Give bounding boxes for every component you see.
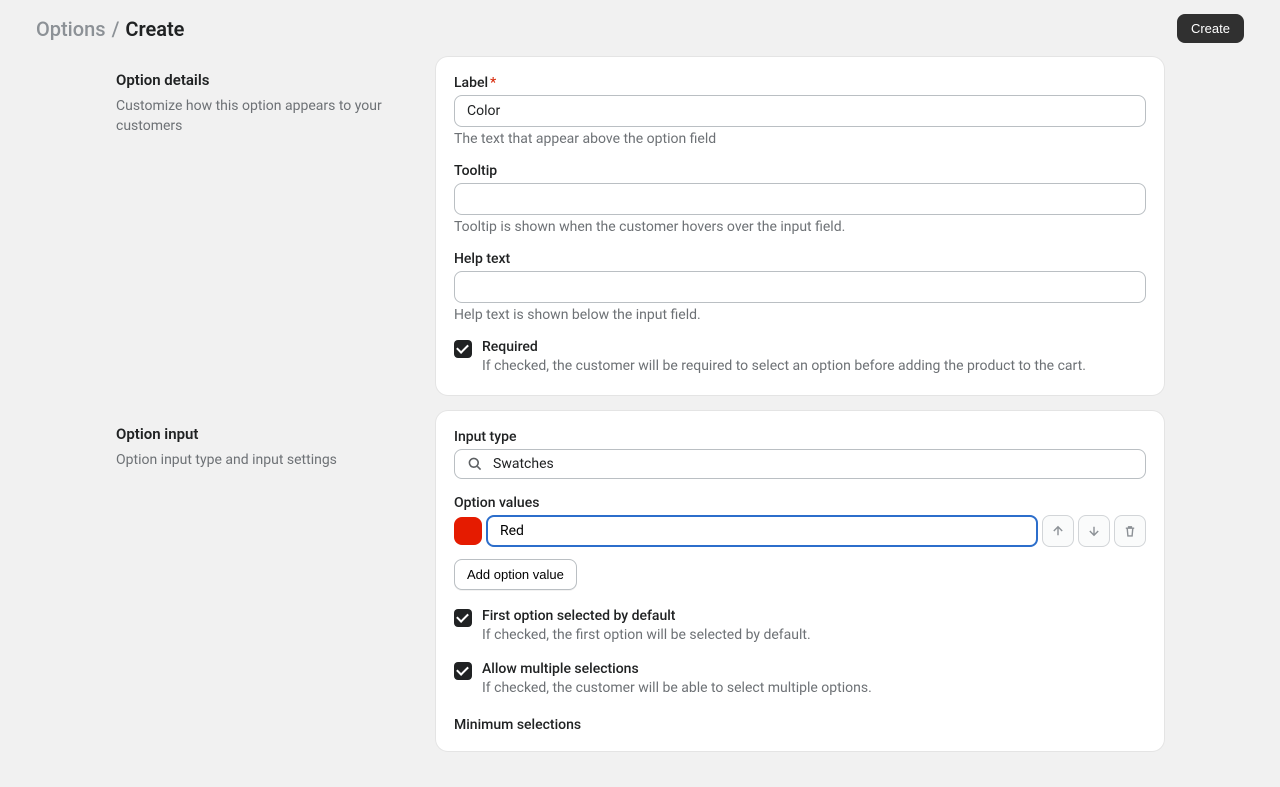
allow-multiple-checkbox[interactable]	[454, 662, 472, 680]
input-type-value: Swatches	[493, 456, 554, 472]
breadcrumb-separator: /	[112, 17, 120, 41]
tooltip-field-label: Tooltip	[454, 163, 1146, 179]
input-type-select[interactable]: Swatches	[454, 449, 1146, 479]
first-selected-title: First option selected by default	[482, 608, 1146, 624]
breadcrumb: Options / Create	[36, 17, 184, 41]
required-title: Required	[482, 339, 1146, 355]
section-title-details: Option details	[116, 71, 416, 89]
breadcrumb-current: Create	[125, 17, 184, 41]
add-option-value-button[interactable]: Add option value	[454, 559, 577, 590]
first-selected-checkbox[interactable]	[454, 609, 472, 627]
allow-multiple-desc: If checked, the customer will be able to…	[482, 679, 1146, 699]
option-values-label: Option values	[454, 495, 1146, 511]
label-field-label: Label*	[454, 75, 1146, 91]
allow-multiple-title: Allow multiple selections	[482, 661, 1146, 677]
move-down-button[interactable]	[1078, 515, 1110, 547]
create-button[interactable]: Create	[1177, 14, 1244, 43]
search-icon	[467, 456, 483, 472]
delete-button[interactable]	[1114, 515, 1146, 547]
helptext-field-label: Help text	[454, 251, 1146, 267]
tooltip-input[interactable]	[454, 183, 1146, 215]
option-value-row	[454, 515, 1146, 547]
min-selections-label: Minimum selections	[454, 717, 1146, 733]
color-swatch[interactable]	[454, 517, 482, 545]
section-desc-input: Option input type and input settings	[116, 451, 416, 471]
section-desc-details: Customize how this option appears to you…	[116, 97, 416, 136]
option-value-input[interactable]	[486, 515, 1038, 547]
first-selected-desc: If checked, the first option will be sel…	[482, 626, 1146, 646]
helptext-help: Help text is shown below the input field…	[454, 307, 1146, 323]
section-title-input: Option input	[116, 425, 416, 443]
input-type-label: Input type	[454, 429, 1146, 445]
arrow-up-icon	[1051, 524, 1065, 538]
label-help: The text that appear above the option fi…	[454, 131, 1146, 147]
required-desc: If checked, the customer will be require…	[482, 357, 1146, 377]
helptext-input[interactable]	[454, 271, 1146, 303]
tooltip-help: Tooltip is shown when the customer hover…	[454, 219, 1146, 235]
breadcrumb-parent[interactable]: Options	[36, 17, 106, 41]
arrow-down-icon	[1087, 524, 1101, 538]
label-input[interactable]	[454, 95, 1146, 127]
trash-icon	[1123, 524, 1137, 538]
move-up-button[interactable]	[1042, 515, 1074, 547]
required-checkbox[interactable]	[454, 340, 472, 358]
